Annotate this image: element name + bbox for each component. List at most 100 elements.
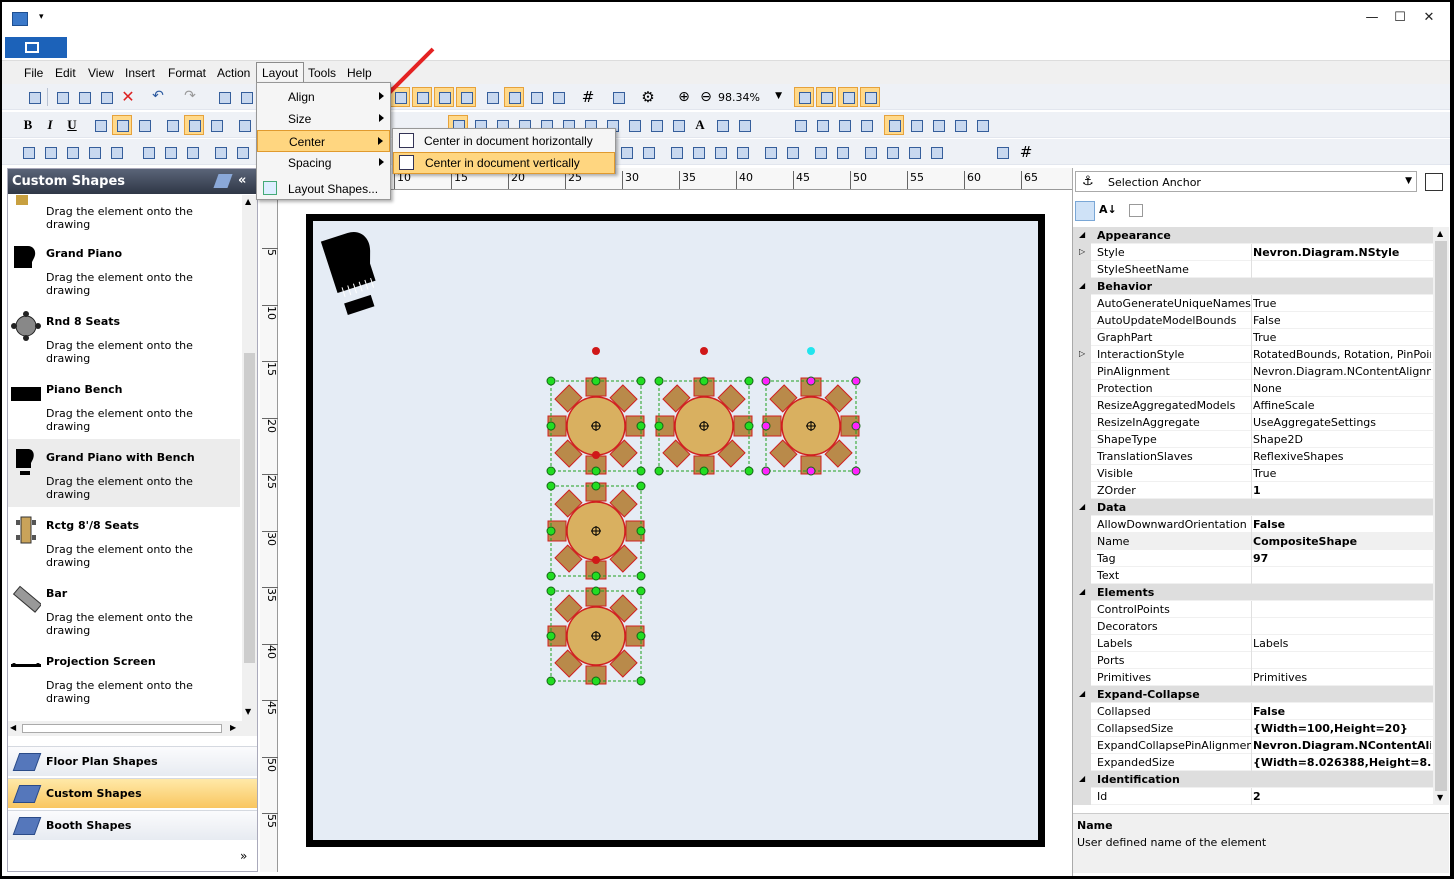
align-middle-icon[interactable] <box>184 115 204 135</box>
align-middles-icon[interactable] <box>160 142 180 162</box>
shapes-list-scrollbar[interactable]: ▲ ▼ <box>242 195 257 721</box>
property-row[interactable]: Labels Labels <box>1073 635 1433 652</box>
undo-icon[interactable]: ↶ <box>148 87 168 107</box>
property-category[interactable]: ◢ Expand-Collapse <box>1073 686 1433 703</box>
menu-help[interactable]: Help <box>347 66 372 80</box>
property-row[interactable]: Ports <box>1073 652 1433 669</box>
list-item[interactable]: Rctg 8'/8 Seats Drag the element onto th… <box>8 507 240 575</box>
menu-spacing[interactable]: Spacing <box>257 152 390 174</box>
property-value[interactable]: False <box>1253 705 1431 718</box>
rotate-4-icon[interactable] <box>926 142 946 162</box>
scroll-left-icon[interactable]: ◀ <box>10 723 16 732</box>
cut-icon[interactable] <box>52 87 72 107</box>
library-view-4-icon[interactable] <box>950 115 970 135</box>
menu-view[interactable]: View <box>88 66 114 80</box>
scroll-up-icon[interactable]: ▲ <box>245 197 251 206</box>
property-value[interactable]: True <box>1253 467 1431 480</box>
underline-icon[interactable]: U <box>62 115 82 135</box>
align-right-icon[interactable] <box>134 115 154 135</box>
bring-front-icon[interactable] <box>666 142 686 162</box>
property-row[interactable]: Decorators <box>1073 618 1433 635</box>
snap-2-icon[interactable] <box>816 87 836 107</box>
menu-center[interactable]: Center <box>257 130 390 152</box>
property-row[interactable]: Name CompositeShape <box>1073 533 1433 550</box>
property-row[interactable]: StyleSheetName <box>1073 261 1433 278</box>
align-tops-icon[interactable] <box>138 142 158 162</box>
zoom-in-icon[interactable]: ⊕ <box>674 87 694 107</box>
property-category[interactable]: ◢ Appearance <box>1073 227 1433 244</box>
app-icon[interactable] <box>12 12 28 26</box>
property-value[interactable]: Primitives <box>1253 671 1431 684</box>
list-item[interactable]: Rnd 8 Seats Drag the element onto the dr… <box>8 303 240 371</box>
property-value[interactable]: True <box>1253 331 1431 344</box>
page-icon[interactable] <box>608 87 628 107</box>
rotate-icon[interactable] <box>860 142 880 162</box>
text-tool-icon[interactable]: A <box>690 115 710 135</box>
menu-file[interactable]: File <box>24 66 43 80</box>
property-value[interactable]: False <box>1253 518 1431 531</box>
category-custom[interactable]: Custom Shapes <box>8 778 257 808</box>
align-center-icon[interactable] <box>112 115 132 135</box>
hscroll-thumb[interactable] <box>22 724 222 733</box>
save-icon[interactable] <box>24 87 44 107</box>
property-category[interactable]: ◢ Elements <box>1073 584 1433 601</box>
property-value[interactable]: 2 <box>1253 790 1431 803</box>
bring-forward-icon[interactable] <box>710 142 730 162</box>
image-icon[interactable] <box>992 142 1012 162</box>
ungroup-shapes-icon[interactable] <box>782 142 802 162</box>
property-pages-icon[interactable] <box>1425 173 1443 191</box>
library-view-3-icon[interactable] <box>928 115 948 135</box>
property-value[interactable]: AffineScale <box>1253 399 1431 412</box>
menu-action[interactable]: Action <box>217 66 250 80</box>
library-view-5-icon[interactable] <box>972 115 992 135</box>
property-value[interactable]: Shape2D <box>1253 433 1431 446</box>
closed-curve-tool-icon[interactable] <box>646 115 666 135</box>
property-row[interactable]: ▷ Style Nevron.Diagram.NStyle <box>1073 244 1433 261</box>
collapse-panel-icon[interactable]: « <box>238 173 246 188</box>
property-row[interactable]: PinAlignment Nevron.Diagram.NContentAlign… <box>1073 363 1433 380</box>
property-row[interactable]: ExpandCollapsePinAlignment Nevron.Diagram… <box>1073 737 1433 754</box>
menu-layout-shapes[interactable]: Layout Shapes... <box>257 178 390 200</box>
list-item[interactable]: Grand Piano Drag the element onto the dr… <box>8 235 240 303</box>
library-view-2-icon[interactable] <box>906 115 926 135</box>
align-top-icon[interactable] <box>162 115 182 135</box>
send-back-icon[interactable] <box>688 142 708 162</box>
scroll-thumb[interactable] <box>1435 241 1447 791</box>
menu-size[interactable]: Size <box>257 108 390 130</box>
property-row[interactable]: GraphPart True <box>1073 329 1433 346</box>
scroll-right-icon[interactable]: ▶ <box>230 723 236 732</box>
property-row[interactable]: TranslationSlaves ReflexiveShapes <box>1073 448 1433 465</box>
property-row[interactable]: Protection None <box>1073 380 1433 397</box>
bold-icon[interactable]: B <box>18 115 38 135</box>
property-row[interactable]: Tag 97 <box>1073 550 1433 567</box>
property-row[interactable]: ControlPoints <box>1073 601 1433 618</box>
property-value[interactable]: CompositeShape <box>1253 535 1431 548</box>
align-rights-3-icon[interactable] <box>106 142 126 162</box>
minimize-button[interactable]: — <box>1357 10 1387 28</box>
property-value[interactable]: {Width=100,Height=20} <box>1253 722 1431 735</box>
property-category[interactable]: ◢ Identification <box>1073 771 1433 788</box>
category-floor-plan[interactable]: Floor Plan Shapes <box>8 746 257 776</box>
list-item[interactable]: Bar Drag the element onto the drawing <box>8 575 240 643</box>
object-selector[interactable]: ⚓ Selection Anchor ▼ <box>1075 171 1417 192</box>
quick-access-dropdown-icon[interactable]: ▾ <box>39 12 44 22</box>
connector-tool-icon[interactable] <box>712 115 732 135</box>
align-bottom-icon[interactable] <box>206 115 226 135</box>
file-menu-button[interactable] <box>5 37 67 58</box>
property-row[interactable]: ExpandedSize {Width=8.026388,Height=8.02 <box>1073 754 1433 771</box>
edit-library-icon[interactable] <box>213 174 233 188</box>
property-row[interactable]: AutoGenerateUniqueNames True <box>1073 295 1433 312</box>
settings-icon[interactable]: ⚙ <box>638 87 658 107</box>
menu-layout[interactable]: Layout <box>256 62 305 84</box>
pan-icon[interactable] <box>548 87 568 107</box>
close-button[interactable]: ✕ <box>1414 10 1444 28</box>
group-icon[interactable] <box>616 142 636 162</box>
property-row[interactable]: ResizeAggregatedModels AffineScale <box>1073 397 1433 414</box>
snap-icon[interactable] <box>794 87 814 107</box>
toggle-ports-icon[interactable] <box>434 87 454 107</box>
snap-4-icon[interactable] <box>860 87 880 107</box>
zoom-combo[interactable]: 98.34% ▼ <box>718 91 784 107</box>
save-library-icon[interactable] <box>834 115 854 135</box>
property-value[interactable]: Nevron.Diagram.NContentAlign <box>1253 739 1431 752</box>
property-category[interactable]: ◢ Behavior <box>1073 278 1433 295</box>
